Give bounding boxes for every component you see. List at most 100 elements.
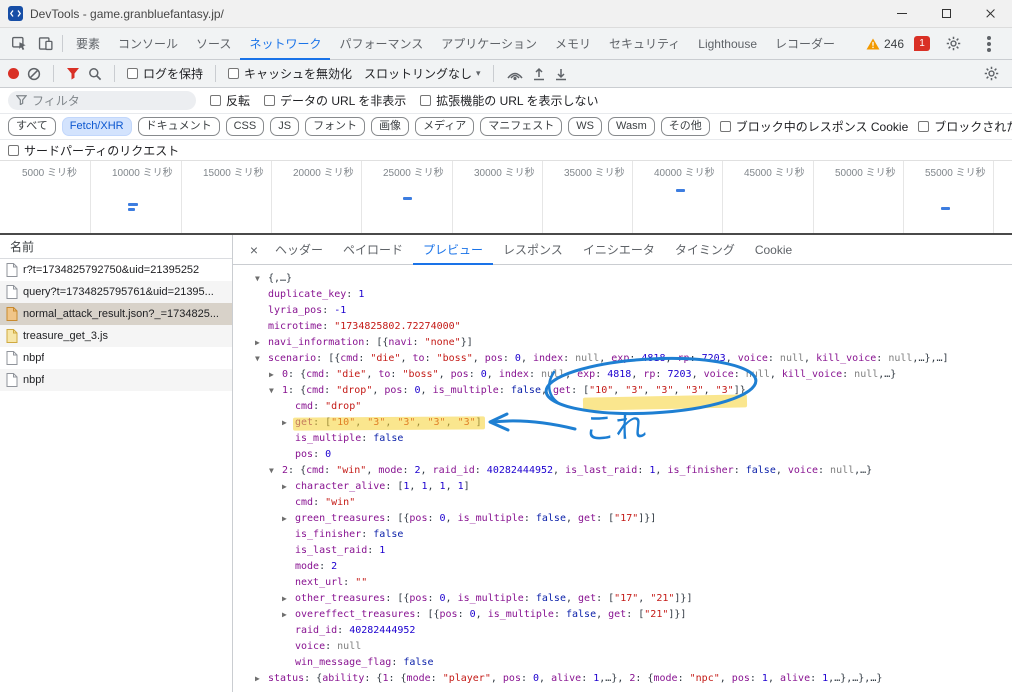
type-chip-CSS[interactable]: CSS [225,117,265,136]
panel-tab-ネットワーク[interactable]: ネットワーク [240,28,330,60]
errors-badge[interactable]: 1 [914,36,930,51]
settings-button[interactable] [940,31,966,57]
type-chip-マニフェスト[interactable]: マニフェスト [480,117,563,136]
invert-filter-checkbox[interactable]: 反転 [210,92,250,109]
expand-arrow-icon[interactable]: ▼ [269,463,282,479]
preview-tree-row[interactable]: ▶ get: ["10", "3", "3", "3", "3"] [233,415,1012,431]
expand-arrow-icon[interactable]: ▶ [282,591,295,607]
checkbox-box[interactable] [719,121,731,132]
detail-tab-イニシエータ[interactable]: イニシエータ [573,235,665,265]
preview-tree-row[interactable]: is_finisher: false [233,527,1012,543]
record-network-log-button[interactable] [8,68,19,79]
expand-arrow-icon[interactable]: ▶ [255,671,268,687]
preview-tree-row[interactable]: win_message_flag: false [233,655,1012,671]
expand-arrow-icon[interactable]: ▶ [282,607,295,623]
expand-arrow-icon[interactable]: ▶ [282,415,295,431]
request-row[interactable]: normal_attack_result.json?_=1734825... [0,303,232,325]
request-row[interactable]: treasure_get_3.js [0,325,232,347]
type-chip-フォント[interactable]: フォント [305,117,366,136]
third-party-checkbox[interactable]: サードパーティのリクエスト [8,142,179,159]
preview-tree-row[interactable]: next_url: "" [233,575,1012,591]
type-chip-その他[interactable]: その他 [660,117,710,136]
expand-arrow-icon[interactable]: ▼ [269,383,282,399]
type-chip-ドキュメント[interactable]: ドキュメント [137,117,220,136]
panel-tab-Lighthouse[interactable]: Lighthouse [689,28,766,60]
checkbox-box[interactable] [918,121,930,132]
close-button[interactable] [968,0,1012,27]
checkbox-box[interactable] [8,144,19,156]
filter-input[interactable] [8,91,196,110]
overview-strip[interactable]: 5000 ミリ秒 10000 ミリ秒 15000 ミリ秒 20000 ミリ秒 25000… [0,161,1012,235]
type-chip-Fetch/XHR[interactable]: Fetch/XHR [61,117,132,136]
more-options-button[interactable] [976,31,1002,57]
panel-tab-セキュリティ[interactable]: セキュリティ [600,28,689,60]
close-details-button[interactable]: × [243,242,265,258]
warnings-badge[interactable]: 246 [866,37,904,51]
preview-tree-row[interactable]: ▶ navi_information: [{navi: "none"}] [233,335,1012,351]
preview-tree-row[interactable]: ▼ 2: {cmd: "win", mode: 2, raid_id: 40282… [233,463,1012,479]
expand-arrow-icon[interactable]: ▼ [255,351,268,367]
blocked-requests-checkbox[interactable]: ブロックされたリクエスト [918,118,1012,135]
import-har-button[interactable] [532,67,546,81]
checkbox-box[interactable] [264,95,276,106]
preview-tree-row[interactable]: lyria_pos: -1 [233,303,1012,319]
preview-tree-row[interactable]: ▼ scenario: [{cmd: "die", to: "boss", pos… [233,351,1012,367]
network-conditions-button[interactable] [506,67,524,81]
type-chip-画像[interactable]: 画像 [371,117,410,136]
preview-tree-row[interactable]: mode: 2 [233,559,1012,575]
panel-tab-メモリ[interactable]: メモリ [546,28,600,60]
type-chip-Wasm[interactable]: Wasm [608,117,655,136]
expand-arrow-icon[interactable]: ▶ [282,479,295,495]
clear-network-log-button[interactable] [27,67,41,81]
detail-tab-タイミング[interactable]: タイミング [665,235,745,265]
request-row[interactable]: nbpf [0,369,232,391]
expand-arrow-icon[interactable]: ▶ [255,335,268,351]
name-column-header[interactable]: 名前 [0,235,232,259]
network-settings-button[interactable] [978,61,1004,87]
expand-arrow-icon[interactable]: ▶ [282,511,295,527]
preview-tree-row[interactable]: microtime: "1734825802.72274000" [233,319,1012,335]
preview-tree-row[interactable]: pos: 0 [233,447,1012,463]
maximize-button[interactable] [924,0,968,27]
export-har-button[interactable] [554,67,568,81]
disable-cache-checkbox[interactable]: キャッシュを無効化 [228,65,352,82]
preview-tree-row[interactable]: ▼ {,…} [233,271,1012,287]
hide-extension-urls-checkbox[interactable]: 拡張機能の URL を表示しない [420,92,598,109]
panel-tab-レコーダー[interactable]: レコーダー [766,28,844,60]
filter-toggle-button[interactable] [66,67,80,80]
preview-tree-row[interactable]: ▶ 0: {cmd: "die", to: "boss", pos: 0, ind… [233,367,1012,383]
detail-tab-ペイロード[interactable]: ペイロード [333,235,413,265]
checkbox-box[interactable] [127,68,138,79]
type-chip-メディア[interactable]: メディア [415,117,475,136]
checkbox-box[interactable] [210,95,221,106]
search-button[interactable] [88,67,102,81]
preview-tree-row[interactable]: cmd: "win" [233,495,1012,511]
type-chip-WS[interactable]: WS [568,117,603,136]
preview-tree-row[interactable]: ▶ status: {ability: {1: {mode: "player", … [233,671,1012,687]
panel-tab-要素[interactable]: 要素 [67,28,109,60]
panel-tab-コンソール[interactable]: コンソール [109,28,187,60]
preserve-log-checkbox[interactable]: ログを保持 [127,65,203,82]
inspect-element-button[interactable] [6,31,32,57]
blocked-cookies-checkbox[interactable]: ブロック中のレスポンス Cookie [719,118,908,135]
expand-arrow-icon[interactable]: ▼ [255,271,268,287]
panel-tab-アプリケーション[interactable]: アプリケーション [432,28,546,60]
detail-tab-レスポンス[interactable]: レスポンス [493,235,573,265]
preview-tree-row[interactable]: ▶ other_treasures: [{pos: 0, is_multiple:… [233,591,1012,607]
minimize-button[interactable] [880,0,924,27]
preview-tree-row[interactable]: ▶ character_alive: [1, 1, 1, 1] [233,479,1012,495]
preview-tree-row[interactable]: is_multiple: false [233,431,1012,447]
detail-tab-ヘッダー[interactable]: ヘッダー [265,235,333,265]
preview-tree-row[interactable]: ▶ overeffect_treasures: [{pos: 0, is_mult… [233,607,1012,623]
preview-tree-row[interactable]: duplicate_key: 1 [233,287,1012,303]
type-chip-すべて[interactable]: すべて [8,117,56,136]
checkbox-box[interactable] [420,95,432,106]
preview-tree-row[interactable]: is_last_raid: 1 [233,543,1012,559]
hide-data-urls-checkbox[interactable]: データの URL を非表示 [264,92,406,109]
expand-arrow-icon[interactable]: ▶ [269,367,282,383]
preview-tree-row[interactable]: ▼ 1: {cmd: "drop", pos: 0, is_multiple: f… [233,383,1012,399]
detail-tab-Cookie[interactable]: Cookie [745,235,802,265]
detail-tab-プレビュー[interactable]: プレビュー [413,235,493,265]
request-row[interactable]: query?t=1734825795761&uid=21395... [0,281,232,303]
request-row[interactable]: nbpf [0,347,232,369]
